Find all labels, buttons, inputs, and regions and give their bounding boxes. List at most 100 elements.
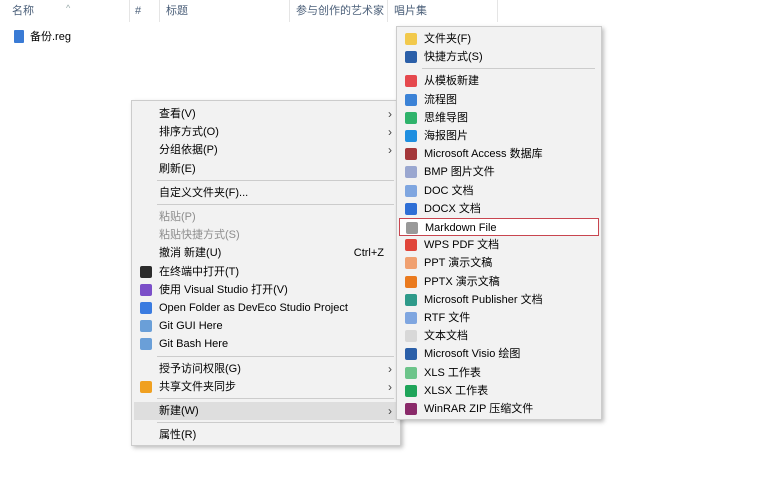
git-gui-icon	[140, 320, 152, 333]
column-header: 名称 ^ # 标题 参与创作的艺术家 唱片集	[0, 0, 500, 22]
menu-item-11[interactable]: 使用 Visual Studio 打开(V)	[134, 281, 398, 299]
menu-item-19[interactable]: 新建(W) ›	[134, 402, 398, 420]
column-title[interactable]: 标题	[160, 0, 290, 22]
menu-item-9[interactable]: 撤消 新建(U) Ctrl+Z	[134, 244, 398, 262]
menu-item-8[interactable]: 粘贴快捷方式(S)	[134, 226, 398, 244]
menu-item-label: Microsoft Publisher 文档	[424, 293, 543, 306]
menu-item-label: 查看(V)	[159, 108, 196, 120]
menu-item-8[interactable]: BMP 图片文件	[399, 163, 599, 181]
menu-item-18[interactable]: Microsoft Visio 绘图	[399, 345, 599, 363]
menu-item-label: 属性(R)	[159, 429, 197, 442]
menu-item-label: WinRAR ZIP 压缩文件	[424, 403, 534, 415]
menu-item-label: XLSX 工作表	[424, 384, 489, 397]
menu-item-label: XLS 工作表	[424, 366, 481, 379]
registry-file-icon	[14, 29, 24, 43]
menu-item-10[interactable]: 在终端中打开(T)	[134, 263, 398, 281]
menu-item-17[interactable]: 共享文件夹同步 ›	[134, 378, 398, 396]
terminal-icon	[140, 265, 152, 278]
column-album[interactable]: 唱片集	[388, 0, 498, 22]
column-artist[interactable]: 参与创作的艺术家	[290, 0, 388, 22]
menu-item-7[interactable]: Microsoft Access 数据库	[399, 145, 599, 163]
bmp-icon	[405, 166, 417, 179]
sort-up-icon: ^	[66, 3, 71, 13]
menu-item-13[interactable]: Git GUI Here	[134, 317, 398, 335]
menu-item-13[interactable]: PPT 演示文稿	[399, 254, 599, 272]
chevron-right-icon: ›	[388, 107, 392, 121]
menu-item-16[interactable]: 授予访问权限(G) ›	[134, 360, 398, 378]
menu-item-20[interactable]: XLSX 工作表	[399, 382, 599, 400]
menu-item-2[interactable]: 分组依据(P) ›	[134, 141, 398, 159]
menu-item-17[interactable]: 文本文档	[399, 327, 599, 345]
menu-item-label: Open Folder as DevEco Studio Project	[159, 302, 348, 314]
publisher-icon	[405, 293, 417, 306]
menu-item-label: Markdown File	[425, 222, 497, 234]
menu-item-label: 授予访问权限(G)	[159, 362, 241, 375]
column-number[interactable]: #	[130, 0, 160, 22]
menu-item-label: Git Bash Here	[159, 338, 229, 351]
menu-item-21[interactable]: WinRAR ZIP 压缩文件	[399, 400, 599, 418]
chevron-right-icon: ›	[388, 379, 392, 394]
menu-item-14[interactable]: Git Bash Here	[134, 335, 398, 353]
menu-item-3[interactable]: 从模板新建	[399, 72, 599, 90]
chevron-right-icon: ›	[388, 361, 392, 376]
menu-item-0[interactable]: 文件夹(F)	[399, 30, 599, 48]
menu-item-label: 分组依据(P)	[159, 144, 218, 157]
folder-icon	[405, 33, 417, 45]
menu-item-21[interactable]: 属性(R)	[134, 426, 398, 444]
column-name[interactable]: 名称 ^	[0, 0, 130, 22]
ppt-icon	[405, 257, 417, 270]
column-label: #	[135, 5, 142, 17]
menu-item-label: 流程图	[424, 93, 457, 106]
menu-item-4[interactable]: 流程图	[399, 91, 599, 109]
menu-item-10[interactable]: DOCX 文档	[399, 200, 599, 218]
menu-item-7[interactable]: 粘贴(P)	[134, 208, 398, 226]
menu-item-19[interactable]: XLS 工作表	[399, 364, 599, 382]
menu-item-label: DOCX 文档	[424, 202, 481, 215]
xlsx-icon	[405, 384, 417, 397]
flowchart-icon	[405, 93, 417, 106]
menu-item-14[interactable]: PPTX 演示文稿	[399, 273, 599, 291]
menu-separator	[157, 179, 394, 181]
menu-item-16[interactable]: RTF 文件	[399, 309, 599, 327]
menu-item-label: 刷新(E)	[159, 162, 196, 175]
menu-item-label: 思维导图	[424, 111, 468, 124]
chevron-right-icon: ›	[388, 143, 392, 158]
markdown-icon	[406, 222, 418, 234]
deveco-icon	[140, 302, 152, 314]
menu-item-5[interactable]: 自定义文件夹(F)...	[134, 184, 398, 202]
git-bash-icon	[140, 338, 152, 351]
winrar-icon	[405, 403, 417, 415]
doc-icon	[405, 184, 417, 197]
menu-item-label: RTF 文件	[424, 312, 471, 324]
menu-item-0[interactable]: 查看(V) ›	[134, 105, 398, 123]
menu-separator	[157, 398, 394, 399]
menu-item-label: Microsoft Access 数据库	[424, 148, 543, 161]
menu-item-11[interactable]: Markdown File	[399, 218, 599, 236]
visio-icon	[405, 348, 417, 361]
poster-icon	[405, 130, 417, 142]
chevron-right-icon: ›	[388, 125, 392, 140]
menu-separator	[422, 68, 595, 70]
share-sync-icon	[140, 380, 152, 393]
access-icon	[405, 148, 417, 161]
menu-item-label: 粘贴快捷方式(S)	[159, 229, 240, 242]
menu-item-1[interactable]: 排序方式(O) ›	[134, 123, 398, 141]
menu-item-6[interactable]: 海报图片	[399, 127, 599, 145]
menu-item-12[interactable]: WPS PDF 文档	[399, 236, 599, 254]
pdf-icon	[405, 239, 417, 252]
menu-item-3[interactable]: 刷新(E)	[134, 160, 398, 178]
shortcut-label: Ctrl+Z	[353, 247, 384, 260]
menu-item-15[interactable]: Microsoft Publisher 文档	[399, 291, 599, 309]
menu-item-label: BMP 图片文件	[424, 166, 495, 179]
menu-item-5[interactable]: 思维导图	[399, 109, 599, 127]
menu-item-label: 文件夹(F)	[424, 33, 472, 45]
column-label: 标题	[166, 5, 188, 17]
menu-separator	[157, 204, 394, 205]
menu-item-1[interactable]: 快捷方式(S)	[399, 48, 599, 66]
file-item[interactable]: 备份.reg	[14, 28, 71, 44]
menu-item-label: 粘贴(P)	[159, 211, 196, 223]
menu-item-12[interactable]: Open Folder as DevEco Studio Project	[134, 299, 398, 317]
menu-item-9[interactable]: DOC 文档	[399, 182, 599, 200]
new-submenu: 文件夹(F) 快捷方式(S) 从模板新建流程图思维导图海报图片 Microsoft A…	[396, 26, 602, 420]
menu-item-label: 新建(W)	[159, 405, 199, 417]
